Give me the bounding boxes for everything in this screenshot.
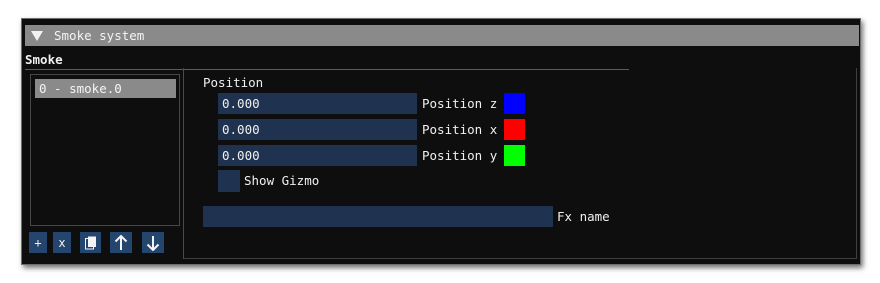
position-label: Position [203, 75, 264, 90]
show-gizmo-checkbox[interactable] [218, 170, 240, 192]
add-button[interactable]: + [29, 232, 47, 253]
copy-icon [84, 236, 97, 250]
list-item[interactable]: 0 - smoke.0 [35, 79, 176, 98]
arrow-up-icon [114, 234, 128, 251]
position-z-color-swatch[interactable] [504, 93, 525, 114]
fx-name-label: Fx name [557, 209, 610, 224]
smoke-system-window: Smoke system Smoke 0 - smoke.0 + x Posit [21, 18, 861, 265]
position-y-input[interactable]: 0.000 [218, 145, 417, 166]
remove-button[interactable]: x [53, 232, 71, 253]
position-y-label: Position y [422, 148, 498, 163]
move-down-button[interactable] [142, 232, 164, 253]
panel-divider [183, 69, 184, 259]
window-title: Smoke system [54, 28, 145, 43]
position-y-color-swatch[interactable] [504, 145, 525, 166]
position-x-label: Position x [422, 122, 498, 137]
smoke-list[interactable]: 0 - smoke.0 [30, 74, 180, 226]
position-z-label: Position z [422, 96, 498, 111]
fx-name-input[interactable] [203, 206, 553, 227]
section-label: Smoke [25, 52, 63, 67]
position-x-color-swatch[interactable] [504, 119, 525, 140]
position-x-input[interactable]: 0.000 [218, 119, 417, 140]
move-up-button[interactable] [110, 232, 132, 253]
smoke-system-header[interactable]: Smoke system [25, 25, 859, 46]
position-z-input[interactable]: 0.000 [218, 93, 417, 114]
show-gizmo-label: Show Gizmo [244, 173, 320, 188]
copy-button[interactable] [80, 232, 101, 253]
arrow-down-icon [146, 235, 160, 251]
collapse-triangle-icon[interactable] [31, 30, 43, 41]
